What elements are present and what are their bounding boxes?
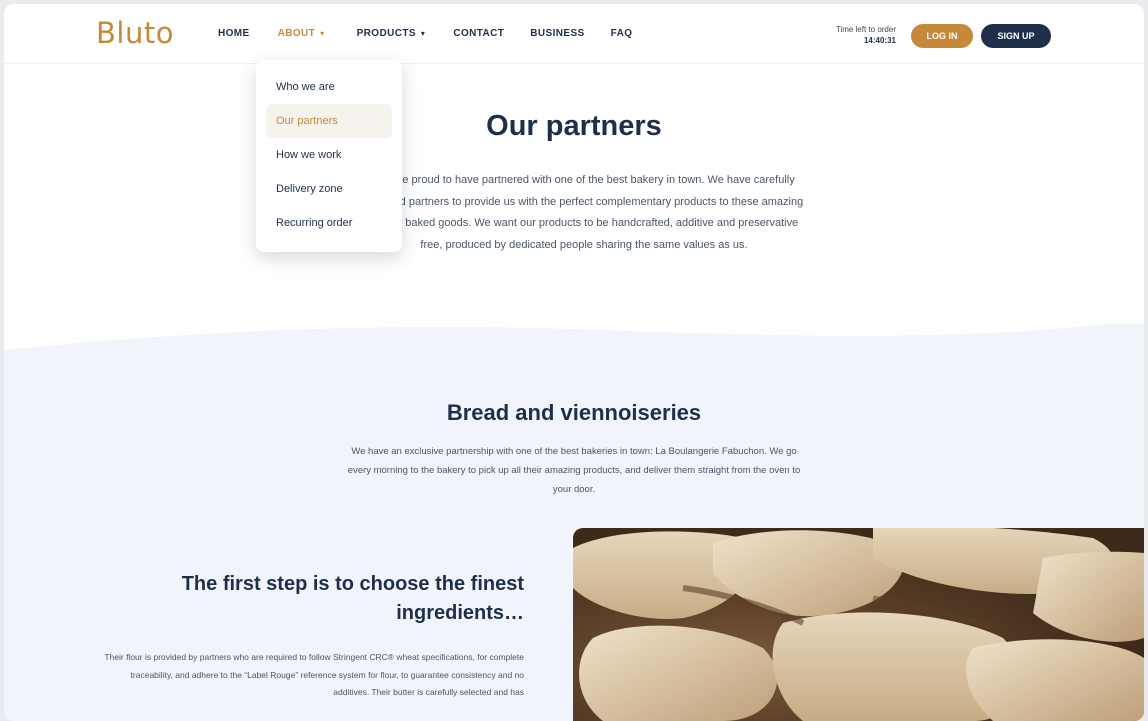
about-dropdown-menu: Who we are Our partners How we work Deli… (256, 60, 402, 252)
step-heading: The first step is to choose the finest i… (181, 573, 524, 624)
partners-intro-text: We are proud to have partnered with one … (364, 174, 804, 251)
nav-contact[interactable]: CONTACT (453, 28, 504, 39)
bread-section-title: Bread and viennoiseries (446, 400, 702, 425)
nav-faq[interactable]: FAQ (611, 28, 633, 39)
nav-about-label: ABOUT (277, 28, 316, 39)
menu-item-who-we-are[interactable]: Who we are (266, 70, 392, 104)
menu-item-our-partners[interactable]: Our partners (266, 104, 392, 138)
chevron-down-icon: ▾ (320, 29, 325, 38)
nav-business[interactable]: BUSINESS (530, 28, 584, 39)
menu-item-recurring-order[interactable]: Recurring order (266, 206, 392, 240)
nav-products[interactable]: PRODUCTS ▾ (357, 28, 426, 39)
nav-contact-label: CONTACT (453, 28, 505, 39)
nav-about[interactable]: ABOUT ▾ (278, 28, 325, 39)
bread-section-text: We have an exclusive partnership with on… (347, 446, 801, 495)
bread-photo-illustration (573, 528, 1144, 721)
login-button[interactable]: LOG IN (911, 24, 973, 48)
signup-button[interactable]: SIGN UP (981, 24, 1051, 48)
bluto-logo[interactable]: Bluto (96, 16, 174, 50)
chevron-down-icon: ▾ (420, 29, 426, 38)
nav-products-label: PRODUCTS (356, 28, 416, 39)
browser-viewport: Bluto HOME ABOUT ▾ PRODUCTS ▾ CONTACT BUSI… (4, 4, 1144, 721)
menu-item-delivery-zone[interactable]: Delivery zone (266, 172, 392, 206)
nav-home[interactable]: HOME (218, 28, 250, 39)
countdown-value: 14:40:31 (863, 36, 896, 45)
main-nav: HOME ABOUT ▾ PRODUCTS ▾ CONTACT BUSINESS F… (218, 28, 632, 39)
nav-business-label: BUSINESS (530, 28, 585, 39)
site-header: Bluto HOME ABOUT ▾ PRODUCTS ▾ CONTACT BUSI… (4, 4, 1144, 64)
order-countdown: Time left to order 14:40:31 (816, 24, 896, 46)
nav-faq-label: FAQ (610, 28, 633, 39)
countdown-label: Time left to order (835, 25, 896, 34)
menu-item-how-we-work[interactable]: How we work (266, 138, 392, 172)
nav-home-label: HOME (218, 28, 250, 39)
page-title: Our partners (486, 110, 662, 142)
step-text: Their flour is provided by partners who … (104, 652, 524, 697)
bread-photo (573, 528, 1144, 721)
wave-divider (4, 320, 1144, 350)
